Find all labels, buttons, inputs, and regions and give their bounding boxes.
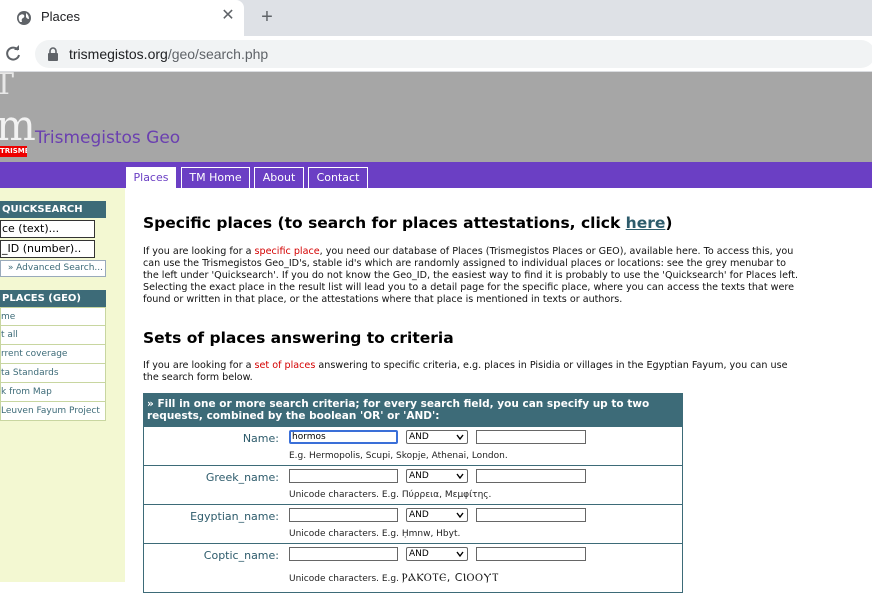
tab-title: Places	[41, 9, 81, 24]
chevron-down-icon	[456, 473, 464, 480]
coptic-operator-select[interactable]: AND	[406, 547, 468, 561]
greek-operator-value: AND	[409, 471, 429, 481]
sidebar-item-coverage[interactable]: rrent coverage	[0, 345, 106, 364]
name-operator-value: AND	[409, 432, 429, 442]
search-form-header: » Fill in one or more search criteria; f…	[143, 393, 683, 427]
egyptian-hint: Unicode characters. E.g. Ḥmnw, Hbyt.	[289, 529, 461, 539]
new-tab-icon[interactable]: +	[256, 7, 278, 29]
tab-about[interactable]: About	[254, 167, 304, 188]
coptic-name-label: Coptic_name:	[203, 549, 279, 562]
quicksearch-id-field[interactable]: _ID (number)..	[0, 240, 95, 258]
quicksearch-header: QUICKSEARCH	[0, 201, 106, 218]
name-input-2[interactable]	[476, 430, 586, 444]
address-bar: trismegistos.org/geo/search.php	[0, 36, 872, 72]
tab-places[interactable]: Places	[126, 167, 176, 188]
sets-places-text: If you are looking for a set of places a…	[143, 360, 803, 384]
name-hint: E.g. Hermopolis, Scupi, Skopje, Athenai,…	[289, 451, 508, 461]
coptic-name-input-2[interactable]	[476, 547, 586, 561]
para2-pre: If you are looking for a	[143, 360, 255, 371]
heading-specific-places: Specific places (to search for places at…	[143, 214, 672, 232]
greek-name-input-2[interactable]	[476, 469, 586, 483]
url-field[interactable]: trismegistos.org/geo/search.php	[35, 40, 872, 68]
url-host: trismegistos.org	[69, 46, 168, 62]
greek-name-label: Greek_name:	[205, 471, 279, 484]
site-name: Trismegistos Geo	[35, 128, 181, 148]
egyptian-name-input-2[interactable]	[476, 508, 586, 522]
tab-close-icon[interactable]: ✕	[220, 8, 236, 24]
sidebar-item-fayum[interactable]: Leuven Fayum Project	[0, 402, 106, 421]
logo-tag: TRISMEGISTOS	[0, 146, 27, 157]
places-header: PLACES (GEO)	[0, 290, 106, 307]
specific-places-text: If you are looking for a specific place,…	[143, 246, 803, 306]
sidebar-item-home[interactable]: me	[0, 307, 106, 326]
logo-letter: m	[0, 101, 36, 150]
name-label: Name:	[242, 432, 279, 445]
lock-icon	[48, 47, 58, 61]
sidebar-item-list-all[interactable]: t all	[0, 326, 106, 345]
tab-contact[interactable]: Contact	[308, 167, 368, 188]
url-path: /geo/search.php	[167, 46, 269, 62]
tab-strip: Places ✕ +	[0, 0, 872, 36]
heading-close: )	[665, 214, 673, 232]
reload-icon[interactable]	[3, 44, 23, 64]
coptic-name-input[interactable]	[289, 547, 398, 561]
site-header	[0, 72, 872, 162]
chevron-down-icon	[456, 551, 464, 558]
coptic-hint: Unicode characters. E.g. ⲢⲀⲔⲞⲦⲈ, ϹⲒⲞⲞⲨⲦ	[289, 571, 499, 585]
greek-name-input[interactable]	[289, 469, 398, 483]
name-operator-select[interactable]: AND	[406, 430, 468, 444]
globe-icon	[17, 11, 31, 25]
chevron-down-icon	[456, 434, 464, 441]
egyptian-operator-select[interactable]: AND	[406, 508, 468, 522]
egyptian-name-input[interactable]	[289, 508, 398, 522]
tab-tm-home[interactable]: TM Home	[181, 167, 250, 188]
para1-highlight: specific place	[254, 246, 320, 257]
greek-operator-select[interactable]: AND	[406, 469, 468, 483]
advanced-search-link[interactable]: » Advanced Search...	[0, 260, 106, 277]
sidebar-item-map[interactable]: k from Map	[0, 383, 106, 402]
places-menu: me t all rrent coverage ta Standards k f…	[0, 307, 106, 421]
name-input[interactable]: hormos	[289, 430, 398, 444]
browser-tab[interactable]: Places ✕	[0, 0, 244, 36]
chevron-down-icon	[456, 512, 464, 519]
para1-pre: If you are looking for a	[143, 246, 255, 257]
here-link[interactable]: here	[626, 214, 666, 232]
url-text: trismegistos.org/geo/search.php	[69, 46, 268, 62]
coptic-operator-value: AND	[409, 549, 429, 559]
egyptian-operator-value: AND	[409, 510, 429, 520]
greek-hint: Unicode characters. E.g. Πύρρεια, Μεμφίτ…	[289, 490, 492, 500]
quicksearch-text-field[interactable]: ce (text)...	[0, 220, 95, 238]
coptic-hint-text: Unicode characters. E.g.	[289, 574, 399, 584]
egyptian-name-label: Egyptian_name:	[190, 510, 279, 523]
logo-top-letter: T	[0, 67, 15, 102]
para2-highlight: set of places	[254, 360, 316, 371]
sidebar-item-standards[interactable]: ta Standards	[0, 364, 106, 383]
heading-text: Specific places (to search for places at…	[143, 214, 626, 232]
coptic-hint-example: ⲢⲀⲔⲞⲦⲈ, ϹⲒⲞⲞⲨⲦ	[401, 571, 500, 584]
heading-sets-of-places: Sets of places answering to criteria	[143, 329, 454, 347]
